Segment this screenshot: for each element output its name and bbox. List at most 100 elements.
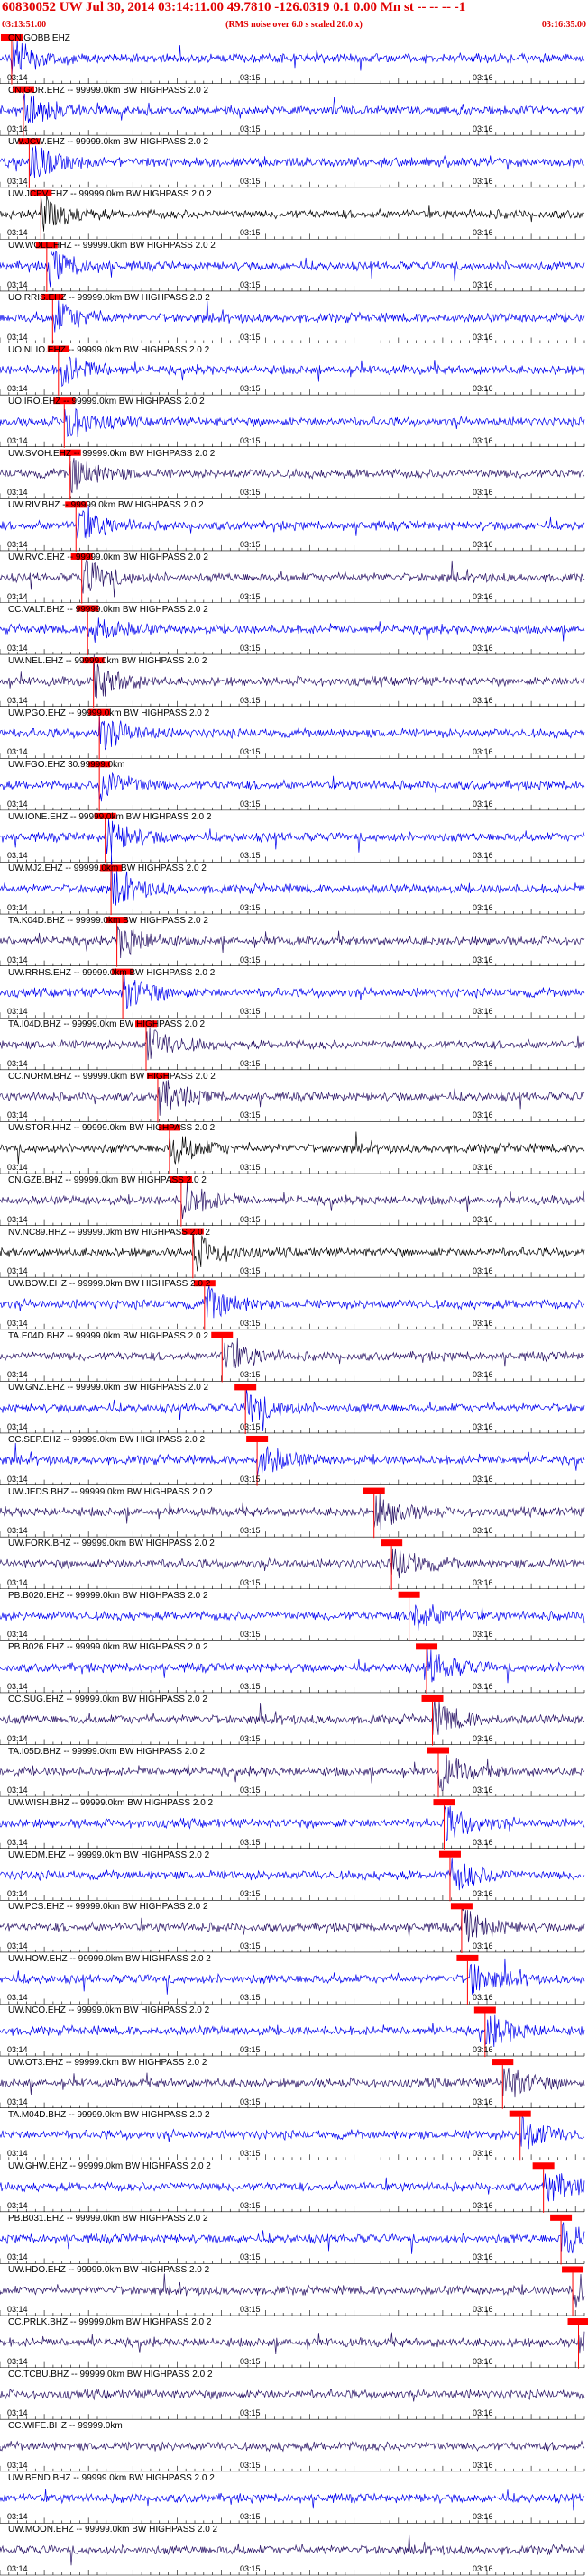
station-trace [0, 2059, 585, 2109]
waveform [0, 1698, 585, 1735]
waveform [0, 1906, 585, 1943]
waveform [0, 1234, 585, 1272]
pick-marker [193, 1280, 216, 1287]
plot-header: 60830052 UW Jul 30, 2014 03:14:11.00 49.… [0, 0, 588, 36]
station-trace [0, 917, 585, 967]
station-trace [0, 2318, 588, 2369]
pick-marker [70, 553, 93, 560]
waveform [0, 1857, 585, 1891]
waveform [0, 1285, 585, 1319]
waveform [0, 506, 585, 539]
station-trace [0, 397, 585, 448]
waveform [0, 818, 585, 855]
station-trace [0, 2110, 585, 2161]
station-trace [0, 654, 585, 708]
pick-marker [438, 1850, 461, 1858]
station-trace [0, 1643, 585, 1694]
seismogram-plot [0, 34, 588, 2576]
station-trace [0, 2388, 585, 2420]
pick-marker [433, 1799, 455, 1806]
pick-marker [135, 1020, 157, 1028]
station-trace [0, 2006, 585, 2058]
event-title: 60830052 UW Jul 30, 2014 03:14:11.00 49.… [2, 0, 466, 14]
end-time: 03:16:35.00 [541, 20, 586, 30]
pick-marker [100, 864, 123, 872]
waveform [0, 1130, 585, 1165]
pick-marker [416, 1643, 438, 1650]
pick-marker [492, 2059, 514, 2066]
station-trace [0, 553, 585, 604]
waveform [0, 93, 585, 123]
pick-marker [450, 1903, 473, 1910]
waveform [0, 356, 585, 388]
station-trace [0, 968, 585, 1019]
station-trace [0, 1799, 585, 1850]
pick-marker [181, 1228, 204, 1235]
waveform [0, 1805, 585, 1842]
station-trace [0, 2214, 585, 2265]
pick-marker [30, 189, 52, 196]
station-trace [0, 1280, 585, 1330]
pick-marker [170, 1176, 192, 1183]
waveform [0, 1337, 585, 1369]
pick-marker [94, 812, 116, 819]
waveform [0, 1183, 585, 1219]
waveform [0, 2067, 585, 2098]
pick-marker [398, 1591, 420, 1598]
pick-marker [82, 657, 105, 664]
pick-marker [562, 2266, 584, 2273]
station-trace [0, 1591, 585, 1642]
waveform [0, 1604, 585, 1631]
station-trace [0, 293, 585, 344]
station-trace [0, 1384, 585, 1434]
station-trace [0, 1124, 585, 1175]
pick-marker [567, 2318, 588, 2325]
station-trace [0, 1176, 585, 1227]
waveform [0, 1442, 585, 1475]
station-trace [0, 86, 585, 137]
station-trace [0, 449, 585, 500]
station-trace [0, 189, 585, 241]
pick-marker [146, 1072, 169, 1079]
waveform [0, 557, 585, 598]
waveform [0, 458, 585, 494]
waveform [0, 926, 585, 959]
station-trace [0, 708, 585, 760]
waveform [0, 2440, 585, 2453]
waveform [0, 407, 585, 438]
pick-marker [65, 501, 87, 508]
pick-marker [35, 242, 58, 249]
waveform [0, 1027, 585, 1061]
pick-marker [550, 2214, 573, 2221]
pick-marker [0, 34, 23, 41]
pick-marker [234, 1384, 257, 1391]
pick-marker [88, 708, 111, 716]
waveform [0, 195, 585, 232]
station-trace [0, 2440, 585, 2472]
waveform [0, 1647, 585, 1684]
station-trace [0, 1487, 585, 1539]
station-trace [0, 2533, 585, 2576]
waveform [0, 145, 585, 178]
pick-marker [363, 1487, 385, 1494]
waveform [0, 2533, 585, 2566]
station-trace [0, 854, 585, 916]
station-trace [0, 242, 585, 292]
pick-marker [41, 293, 64, 300]
station-trace [0, 1331, 585, 1383]
pick-marker [59, 449, 81, 456]
waveform [0, 300, 585, 333]
pick-marker [381, 1539, 403, 1547]
station-trace [0, 138, 585, 188]
waveform [0, 1958, 585, 1995]
pick-marker [211, 1331, 234, 1338]
station-trace [0, 1020, 585, 1071]
waveform [0, 772, 585, 802]
waveform [0, 2115, 585, 2150]
pick-marker [88, 761, 111, 768]
station-trace [0, 1539, 585, 1590]
station-trace [0, 1435, 585, 1486]
station-trace [0, 501, 585, 552]
station-trace [0, 2162, 585, 2213]
waveform [0, 2273, 585, 2308]
